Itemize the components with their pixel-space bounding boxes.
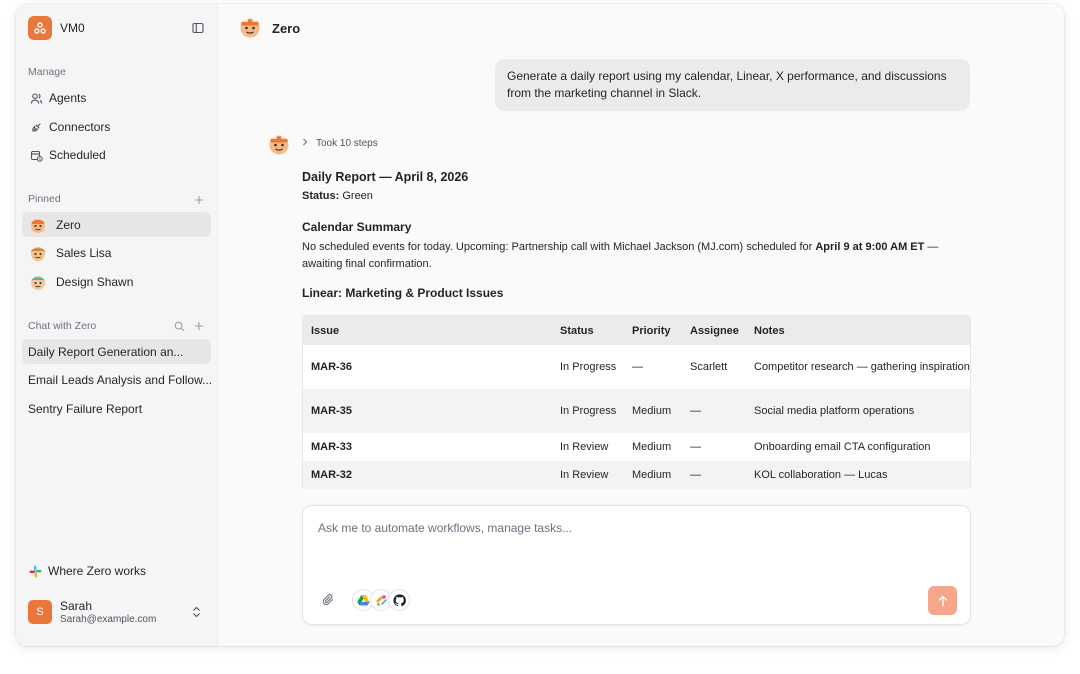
table-row: MAR-32 In Review Medium — KOL collaborat… [303, 461, 970, 489]
table-cell: Medium [632, 405, 672, 417]
issues-table: Issue Status Priority Assignee Notes MAR… [302, 315, 971, 489]
chat-item[interactable]: Email Leads Analysis and Follow... [22, 368, 211, 392]
new-chat-icon[interactable] [192, 319, 206, 333]
pinned-item-label: Design Shawn [56, 275, 134, 289]
table-cell: Scarlett [690, 361, 728, 373]
table-cell: Medium [632, 441, 672, 453]
table-cell: MAR-33 [311, 441, 352, 453]
pinned-item-design-shawn[interactable]: Design Shawn [22, 270, 211, 294]
calendar-text-highlight: April 9 at 9:00 AM ET [815, 241, 925, 253]
calendar-text-part: No scheduled events for today. Upcoming:… [302, 241, 816, 253]
table-cell: MAR-32 [311, 469, 352, 481]
column-header: Notes [754, 324, 785, 337]
sales-lisa-avatar [29, 244, 47, 262]
pinned-item-label: Sales Lisa [56, 246, 112, 260]
table-cell: — [690, 469, 701, 481]
sidebar-item-label: Agents [49, 91, 87, 105]
where-zero-works-label: Where Zero works [48, 564, 147, 578]
user-message: Generate a daily report using my calenda… [495, 59, 970, 111]
workspace-switcher[interactable]: VM0 [28, 16, 206, 40]
sidebar: VM0 Manage Agents Connectors Scheduled P… [16, 4, 218, 646]
chevron-up-down-icon[interactable] [190, 604, 202, 620]
calendar-heading: Calendar Summary [302, 220, 412, 234]
table-row: MAR-36 In Progress — Scarlett Competitor… [303, 345, 970, 389]
table-cell: MAR-36 [311, 361, 352, 373]
page-title: Zero [272, 21, 301, 36]
zero-avatar [29, 216, 47, 234]
manage-section-label: Manage [28, 66, 66, 78]
table-cell: Onboarding email CTA configuration [754, 441, 931, 453]
message-composer [302, 505, 971, 625]
user-menu[interactable]: S Sarah Sarah@example.com [28, 597, 206, 627]
sidebar-item-label: Scheduled [49, 148, 106, 162]
column-header: Issue [311, 324, 340, 337]
table-header-row: Issue Status Priority Assignee Notes [303, 316, 970, 345]
column-header: Status [560, 324, 594, 337]
slack-icon [28, 564, 42, 578]
calendar-icon [29, 148, 43, 162]
workspace-logo-icon [28, 16, 52, 40]
chat-header: Zero [238, 14, 300, 43]
table-cell: In Progress [560, 361, 617, 373]
status-label: Status: [302, 190, 340, 202]
chat-item[interactable]: Sentry Failure Report [22, 397, 211, 421]
users-icon [29, 91, 43, 105]
status-value: Green [342, 190, 373, 202]
app-window: VM0 Manage Agents Connectors Scheduled P… [16, 4, 1064, 646]
add-pinned-icon[interactable] [192, 193, 206, 207]
table-cell: In Progress [560, 405, 617, 417]
chat-panel: Zero Generate a daily report using my ca… [218, 4, 1064, 646]
plug-icon [29, 120, 43, 134]
user-name: Sarah [60, 598, 93, 613]
sidebar-item-scheduled[interactable]: Scheduled [22, 143, 211, 167]
report-status: Status: Green [302, 190, 373, 202]
send-button[interactable] [928, 586, 957, 615]
calendar-summary-text: No scheduled events for today. Upcoming:… [302, 239, 942, 273]
steps-label: Took 10 steps [316, 138, 378, 149]
steps-toggle[interactable]: Took 10 steps [302, 138, 378, 149]
column-header: Priority [632, 324, 671, 337]
pinned-item-sales-lisa[interactable]: Sales Lisa [22, 241, 211, 265]
table-cell: Medium [632, 469, 672, 481]
pinned-item-label: Zero [56, 217, 81, 232]
workspace-name: VM0 [60, 21, 85, 35]
where-zero-works-link[interactable]: Where Zero works [28, 564, 146, 578]
table-row: MAR-35 In Progress Medium — Social media… [303, 389, 970, 433]
zero-avatar [267, 131, 291, 157]
zero-avatar [238, 14, 262, 43]
chat-item[interactable]: Daily Report Generation an... [22, 339, 211, 364]
sidebar-item-connectors[interactable]: Connectors [22, 115, 211, 139]
sidebar-item-label: Connectors [49, 120, 111, 134]
table-cell: — [690, 441, 701, 453]
pinned-section-label: Pinned [28, 193, 61, 205]
design-shawn-avatar [29, 273, 47, 291]
paperclip-icon[interactable] [320, 592, 336, 608]
table-cell: KOL collaboration — Lucas [754, 469, 888, 481]
table-cell: MAR-35 [311, 405, 352, 417]
table-cell: — [690, 405, 701, 417]
linear-heading: Linear: Marketing & Product Issues [302, 286, 504, 300]
integrations-selector[interactable] [352, 589, 410, 611]
sidebar-item-agents[interactable]: Agents [22, 86, 211, 110]
table-cell: — [632, 361, 643, 373]
avatar: S [28, 600, 52, 624]
table-cell: Competitor research — gathering inspirat… [754, 361, 970, 373]
table-cell: In Review [560, 469, 609, 481]
table-row: MAR-33 In Review Medium — Onboarding ema… [303, 433, 970, 461]
chevron-right-icon [302, 138, 308, 149]
report-title: Daily Report — April 8, 2026 [302, 170, 469, 184]
column-header: Assignee [690, 324, 739, 337]
message-input[interactable] [318, 521, 938, 535]
github-icon [388, 589, 410, 611]
user-email: Sarah@example.com [60, 613, 157, 625]
table-cell: In Review [560, 441, 609, 453]
chat-section-label: Chat with Zero [28, 320, 97, 332]
search-chats-icon[interactable] [172, 319, 186, 333]
sidebar-toggle-icon[interactable] [190, 20, 206, 36]
table-cell: Social media platform operations [754, 405, 915, 417]
arrow-up-icon [938, 595, 947, 607]
pinned-item-zero[interactable]: Zero [22, 212, 211, 237]
